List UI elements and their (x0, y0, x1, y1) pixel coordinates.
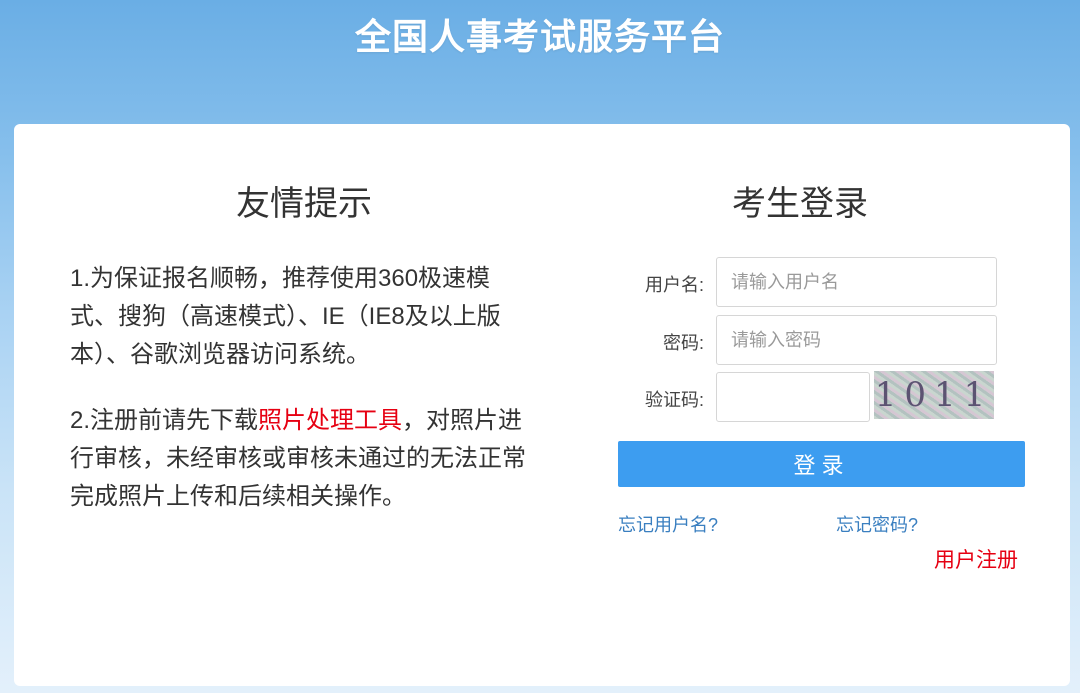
tip-item-2-prefix: 2.注册前请先下载 (70, 407, 259, 434)
captcha-input[interactable] (716, 372, 870, 422)
register-link[interactable]: 用户注册 (934, 544, 1018, 574)
password-label: 密码: (662, 333, 704, 353)
tip-item-2: 2.注册前请先下载照片处理工具，对照片进行审核，未经审核或审核未通过的无法正常完… (70, 402, 530, 516)
username-input[interactable] (716, 257, 997, 307)
main-panel: 友情提示 1.为保证报名顺畅，推荐使用360极速模式、搜狗（高速模式）、IE（I… (14, 124, 1070, 686)
login-title: 考生登录 (732, 185, 868, 223)
tip-item-1: 1.为保证报名顺畅，推荐使用360极速模式、搜狗（高速模式）、IE（IE8及以上… (70, 265, 501, 368)
password-input[interactable] (716, 315, 997, 365)
login-button[interactable]: 登录 (618, 441, 1025, 487)
captcha-image[interactable]: 1011 (874, 371, 994, 419)
site-title: 全国人事考试服务平台 (354, 16, 725, 57)
forgot-username-link[interactable]: 忘记用户名? (618, 511, 718, 537)
tips-title: 友情提示 (236, 185, 372, 223)
photo-tool-link[interactable]: 照片处理工具 (258, 407, 402, 434)
forgot-password-link[interactable]: 忘记密码? (836, 511, 918, 537)
username-label: 用户名: (644, 275, 704, 295)
captcha-label: 验证码: (644, 390, 704, 410)
